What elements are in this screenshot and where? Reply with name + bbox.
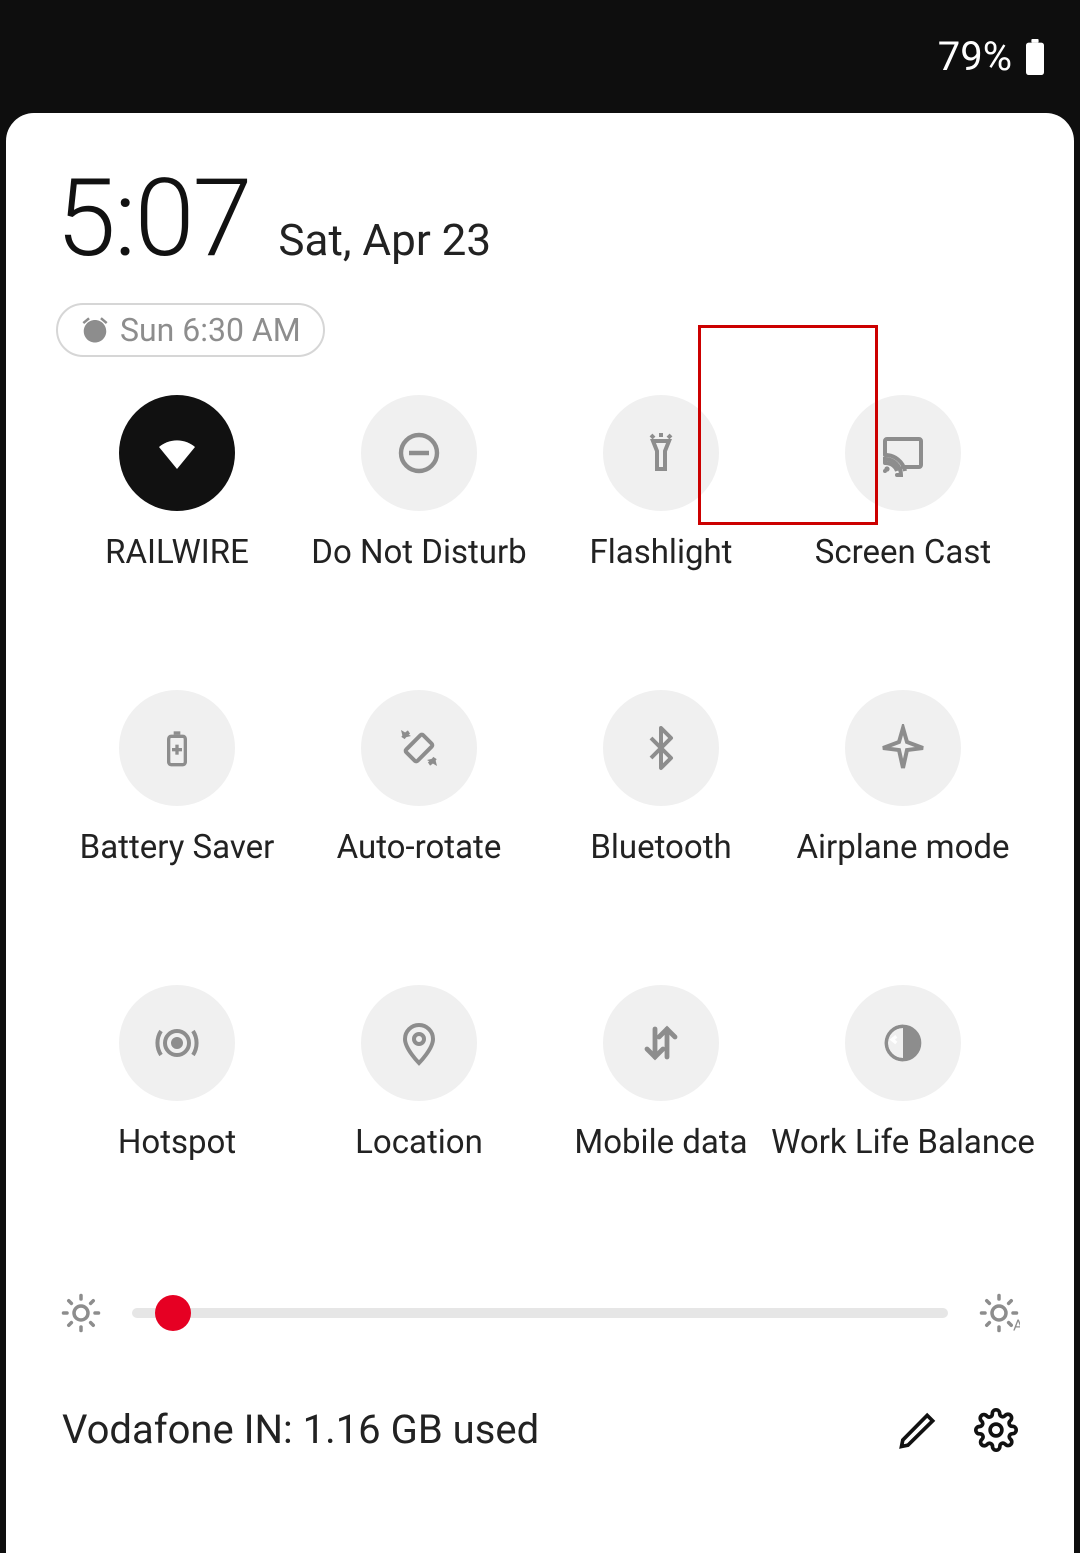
alarm-clock-icon — [80, 315, 110, 345]
auto-brightness-icon[interactable]: A — [978, 1292, 1020, 1334]
hotspot-icon — [153, 1019, 201, 1067]
tile-label: Hotspot — [118, 1123, 236, 1162]
tile-dnd[interactable]: Do Not Disturb — [309, 395, 529, 572]
edit-icon[interactable] — [896, 1408, 940, 1452]
tile-circle-hotspot — [119, 985, 235, 1101]
tile-label: Airplane mode — [796, 828, 1009, 867]
wifi-icon — [153, 429, 201, 477]
auto-rotate-icon — [395, 724, 443, 772]
tile-mobile-data[interactable]: Mobile data — [551, 985, 771, 1162]
tile-wifi[interactable]: RAILWIRE — [67, 395, 287, 572]
tile-circle-cast — [845, 395, 961, 511]
tile-label: Screen Cast — [815, 533, 991, 572]
tile-circle-worklife — [845, 985, 961, 1101]
clock-date[interactable]: Sat, Apr 23 — [278, 214, 491, 266]
tile-circle-airplane — [845, 690, 961, 806]
tile-airplane-mode[interactable]: Airplane mode — [793, 690, 1013, 867]
brightness-thumb[interactable] — [155, 1295, 191, 1331]
footer-row: Vodafone IN: 1.16 GB used — [56, 1406, 1024, 1453]
alarm-chip[interactable]: Sun 6:30 AM — [56, 303, 325, 357]
brightness-low-icon — [60, 1292, 102, 1334]
tile-label: Do Not Disturb — [311, 533, 526, 572]
tile-circle-mobiledata — [603, 985, 719, 1101]
tile-label: Location — [355, 1123, 483, 1162]
tile-bluetooth[interactable]: Bluetooth — [551, 690, 771, 867]
svg-text:A: A — [1013, 1316, 1020, 1335]
quick-tiles-grid: RAILWIRE Do Not Disturb Flashlight — [56, 395, 1024, 1162]
tile-circle-flashlight — [603, 395, 719, 511]
dnd-icon — [395, 429, 443, 477]
alarm-text: Sun 6:30 AM — [120, 311, 301, 349]
brightness-slider[interactable] — [132, 1308, 948, 1318]
tile-circle-bluetooth — [603, 690, 719, 806]
quick-settings-panel: 5:07 Sat, Apr 23 Sun 6:30 AM RAILWIRE Do — [6, 113, 1074, 1553]
tile-circle-battery-saver — [119, 690, 235, 806]
tile-circle-location — [361, 985, 477, 1101]
tile-label: Bluetooth — [590, 828, 731, 867]
tile-circle-auto-rotate — [361, 690, 477, 806]
brightness-row: A — [56, 1292, 1024, 1334]
tile-auto-rotate[interactable]: Auto-rotate — [309, 690, 529, 867]
tile-label: RAILWIRE — [105, 533, 249, 572]
flashlight-icon — [637, 429, 685, 477]
location-icon — [395, 1019, 443, 1067]
tile-hotspot[interactable]: Hotspot — [67, 985, 287, 1162]
tile-label: Work Life Balance — [771, 1123, 1035, 1162]
tile-flashlight[interactable]: Flashlight — [551, 395, 771, 572]
settings-icon[interactable] — [974, 1408, 1018, 1452]
bluetooth-icon — [637, 724, 685, 772]
battery-icon — [1024, 39, 1046, 75]
data-usage-text[interactable]: Vodafone IN: 1.16 GB used — [62, 1406, 862, 1453]
battery-saver-icon — [157, 728, 197, 768]
tile-screen-cast[interactable]: Screen Cast — [793, 395, 1013, 572]
header: 5:07 Sat, Apr 23 — [56, 165, 1024, 273]
tile-circle-dnd — [361, 395, 477, 511]
tile-battery-saver[interactable]: Battery Saver — [67, 690, 287, 867]
tile-label: Battery Saver — [80, 828, 275, 867]
mobile-data-icon — [637, 1019, 685, 1067]
airplane-icon — [879, 724, 927, 772]
tile-work-life-balance[interactable]: Work Life Balance — [793, 985, 1013, 1162]
work-life-balance-icon — [883, 1023, 923, 1063]
tile-location[interactable]: Location — [309, 985, 529, 1162]
tile-circle-wifi — [119, 395, 235, 511]
tile-label: Mobile data — [574, 1123, 747, 1162]
clock-time[interactable]: 5:07 — [56, 165, 250, 273]
tile-label: Auto-rotate — [337, 828, 502, 867]
cast-icon — [879, 429, 927, 477]
tile-label: Flashlight — [590, 533, 733, 572]
battery-percentage: 79% — [938, 33, 1012, 80]
status-bar: 79% — [0, 0, 1080, 113]
